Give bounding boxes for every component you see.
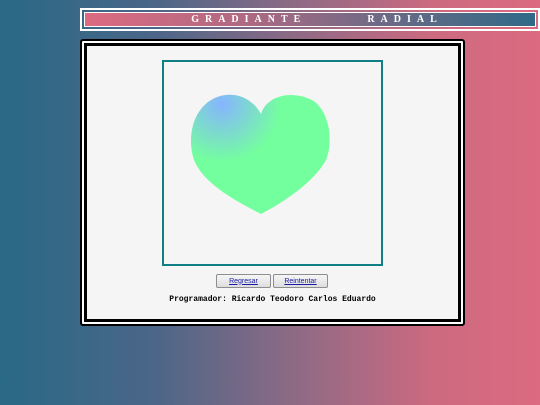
- heart-drawing: [190, 94, 330, 214]
- heart-shape: [190, 94, 330, 214]
- drawing-canvas: [162, 60, 383, 266]
- button-row: Regresar Reintentar: [216, 274, 328, 288]
- main-panel-inner: Regresar Reintentar Programador: Ricardo…: [84, 43, 461, 322]
- title-bar: GRADIANTE RADIAL: [80, 8, 540, 31]
- page-title: GRADIANTE RADIAL: [191, 14, 443, 25]
- title-banner: GRADIANTE RADIAL: [84, 12, 536, 27]
- retry-button[interactable]: Reintentar: [273, 274, 328, 288]
- back-button[interactable]: Regresar: [216, 274, 271, 288]
- main-panel: Regresar Reintentar Programador: Ricardo…: [80, 39, 465, 326]
- programmer-credit: Programador: Ricardo Teodoro Carlos Edua…: [169, 295, 376, 304]
